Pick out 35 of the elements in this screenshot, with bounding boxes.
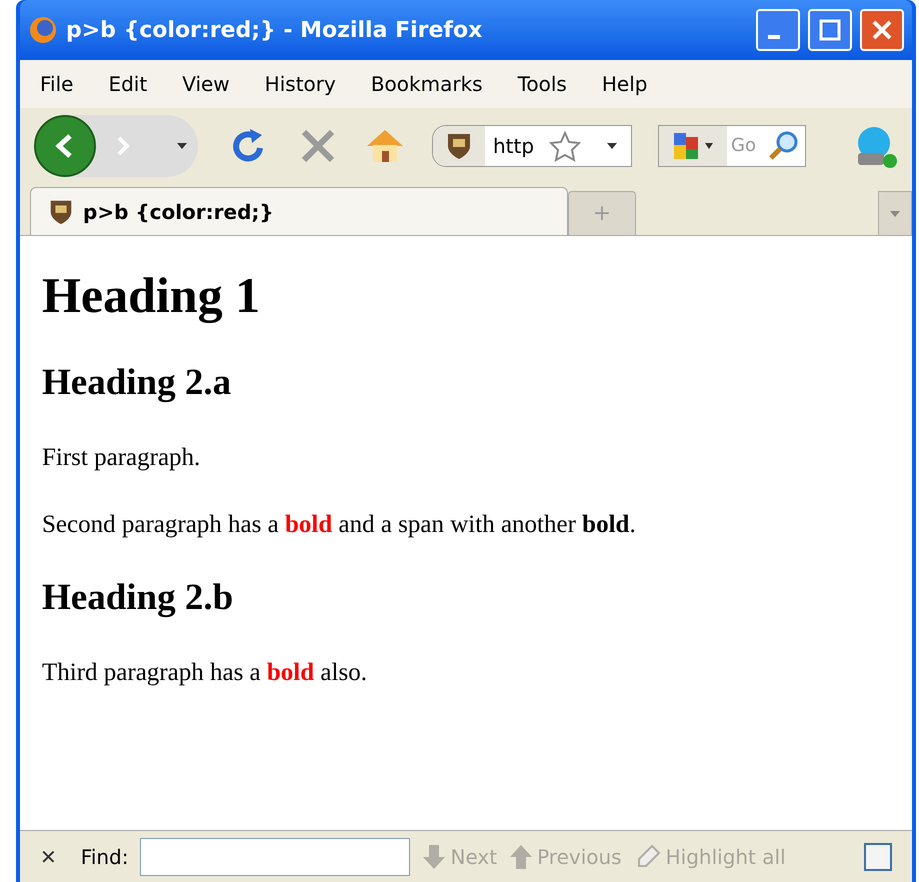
heading: Heading 2.a (42, 364, 232, 401)
minimize-icon (768, 35, 780, 39)
find-label: Find: (80, 844, 128, 870)
dropdown-icon (889, 210, 901, 218)
star-icon[interactable] (549, 130, 581, 162)
resize-box (864, 842, 892, 870)
menu-item[interactable]: History (264, 69, 336, 99)
maximize-button[interactable] (808, 9, 852, 51)
search-field[interactable]: Go (731, 132, 767, 159)
menu-item[interactable]: Edit (108, 69, 148, 99)
engine-dropdown-icon[interactable] (704, 142, 714, 150)
search-engine-icon (672, 130, 700, 160)
menu-item[interactable]: View (182, 69, 230, 99)
down-arrow-icon (422, 842, 446, 870)
menu-item[interactable]: File (40, 69, 74, 99)
find-field[interactable] (140, 838, 410, 876)
browser-logo-icon (28, 15, 58, 45)
menu-item[interactable]: Bookmarks (370, 69, 483, 99)
paragraph: First paragraph. (42, 445, 202, 470)
up-arrow-icon (509, 842, 534, 870)
paragraph: Third paragraph has a bold also. (42, 660, 368, 685)
dropdown-icon[interactable] (605, 140, 619, 150)
paragraph: Second paragraph has a bold and a span with another bold. (42, 512, 637, 537)
close-icon (870, 18, 894, 42)
heading: Heading 2.b (42, 579, 234, 616)
search-icon[interactable] (767, 130, 799, 162)
menu-item[interactable]: Tools (518, 69, 567, 99)
address-field[interactable]: http (493, 130, 549, 160)
minimize-button[interactable] (756, 9, 800, 51)
menu-item[interactable]: Help (602, 69, 648, 99)
browser-tab[interactable]: p>b {color:red;} (30, 187, 568, 235)
close-button[interactable] (860, 9, 904, 51)
window-title: p>b {color:red;} - Mozilla Firefox (66, 16, 484, 44)
maximize-icon (818, 18, 842, 42)
close-find-button[interactable]: ✕ (40, 842, 57, 872)
